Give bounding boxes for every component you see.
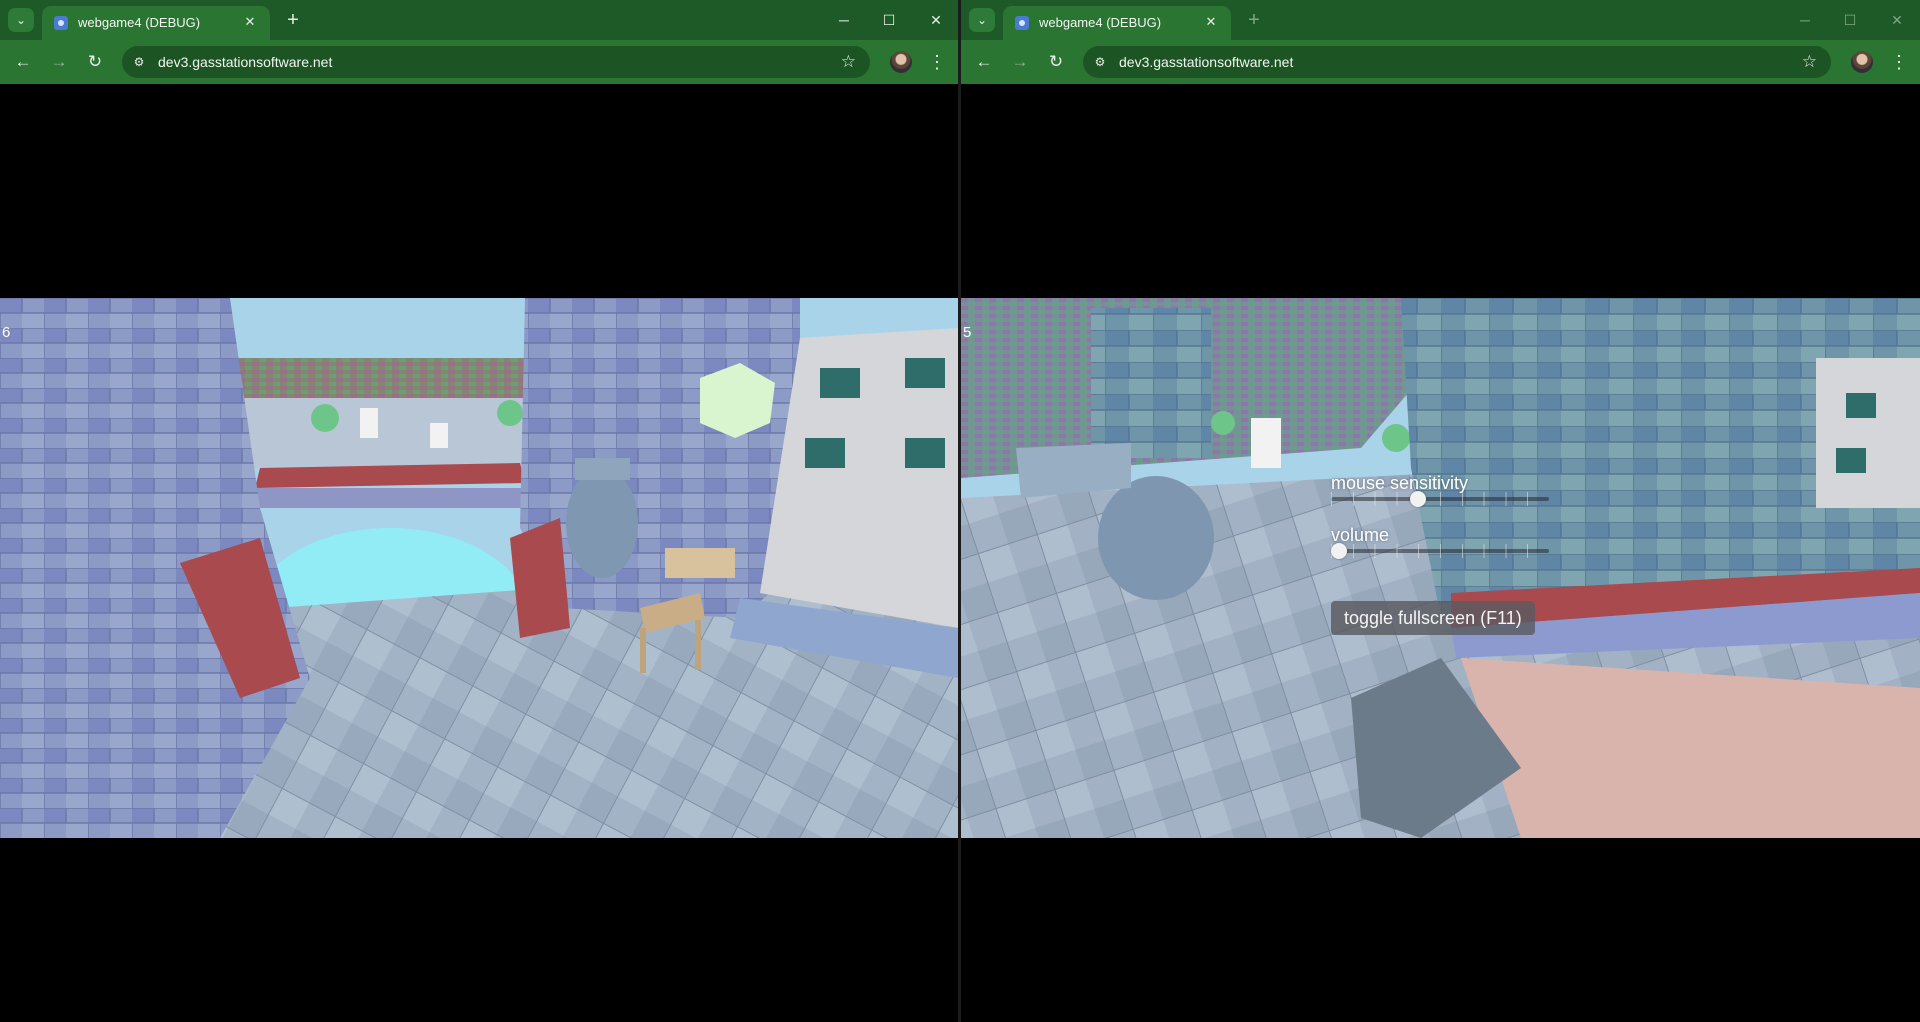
tab-strip: ⌄ webgame4 (DEBUG) ✕ + ─ ☐ ✕ <box>0 0 958 40</box>
game-scene <box>961 298 1920 838</box>
slider-ticks <box>1331 544 1549 558</box>
url-text[interactable]: dev3.gasstationsoftware.net <box>158 54 332 70</box>
tab-title: webgame4 (DEBUG) <box>1039 15 1162 30</box>
tab-webgame4[interactable]: webgame4 (DEBUG) ✕ <box>42 6 270 40</box>
address-bar[interactable]: ⚙ dev3.gasstationsoftware.net ☆ <box>1083 46 1831 78</box>
tab-list-icon[interactable]: ⌄ <box>969 8 995 32</box>
maximize-icon[interactable]: ☐ <box>871 4 907 36</box>
close-window-icon[interactable]: ✕ <box>918 4 954 36</box>
new-tab-plus-icon[interactable]: + <box>280 8 306 32</box>
toolbar: ← → ↻ ⚙ dev3.gasstationsoftware.net ☆ ⋮ <box>961 40 1920 84</box>
favicon-icon <box>54 16 68 30</box>
favicon-icon <box>1015 16 1029 30</box>
forward-arrow-icon[interactable]: → <box>1007 49 1033 75</box>
site-info-icon[interactable]: ⚙ <box>132 55 146 69</box>
profile-avatar[interactable] <box>890 51 912 73</box>
star-icon[interactable]: ☆ <box>1802 52 1817 72</box>
game-viewport[interactable]: 5 mouse sensitivity volume toggle fullsc… <box>961 298 1920 838</box>
mouse-sensitivity-slider[interactable] <box>1331 491 1549 507</box>
mouse-sensitivity-label: mouse sensitivity <box>1331 473 1469 493</box>
page-content: 5 mouse sensitivity volume toggle fullsc… <box>961 84 1920 1022</box>
minimize-icon[interactable]: ─ <box>826 4 862 36</box>
kebab-menu-icon[interactable]: ⋮ <box>1890 49 1908 75</box>
address-bar[interactable]: ⚙ dev3.gasstationsoftware.net ☆ <box>122 46 870 78</box>
reload-icon[interactable]: ↻ <box>1043 49 1069 75</box>
browser-window-left: ⌄ webgame4 (DEBUG) ✕ + ─ ☐ ✕ ← → ↻ ⚙ dev… <box>0 0 958 1022</box>
tab-title: webgame4 (DEBUG) <box>78 15 201 30</box>
game-scene <box>0 298 958 838</box>
toolbar: ← → ↻ ⚙ dev3.gasstationsoftware.net ☆ ⋮ <box>0 40 958 84</box>
star-icon[interactable]: ☆ <box>841 52 856 72</box>
slider-ticks <box>1331 492 1549 506</box>
fps-counter: 6 <box>2 324 11 341</box>
close-window-icon[interactable]: ✕ <box>1879 4 1915 36</box>
tab-strip: ⌄ webgame4 (DEBUG) ✕ + ─ ☐ ✕ <box>961 0 1920 40</box>
tab-close-icon[interactable]: ✕ <box>240 12 260 32</box>
url-text[interactable]: dev3.gasstationsoftware.net <box>1119 54 1293 70</box>
back-arrow-icon[interactable]: ← <box>10 49 36 75</box>
toggle-fullscreen-button[interactable]: toggle fullscreen (F11) <box>1331 601 1535 635</box>
tab-webgame4[interactable]: webgame4 (DEBUG) ✕ <box>1003 6 1231 40</box>
game-viewport[interactable]: 6 <box>0 298 958 838</box>
page-content: 6 <box>0 84 958 1022</box>
fps-counter: 5 <box>963 324 972 341</box>
kebab-menu-icon[interactable]: ⋮ <box>928 49 946 75</box>
profile-avatar[interactable] <box>1851 51 1873 73</box>
slider-thumb[interactable] <box>1331 543 1347 559</box>
site-info-icon[interactable]: ⚙ <box>1093 55 1107 69</box>
back-arrow-icon[interactable]: ← <box>971 49 997 75</box>
new-tab-plus-icon[interactable]: + <box>1241 8 1267 32</box>
reload-icon[interactable]: ↻ <box>82 49 108 75</box>
maximize-icon[interactable]: ☐ <box>1832 4 1868 36</box>
tab-list-icon[interactable]: ⌄ <box>8 8 34 32</box>
tab-close-icon[interactable]: ✕ <box>1201 12 1221 32</box>
browser-window-right: ⌄ webgame4 (DEBUG) ✕ + ─ ☐ ✕ ← → ↻ ⚙ dev… <box>961 0 1920 1022</box>
forward-arrow-icon[interactable]: → <box>46 49 72 75</box>
volume-slider[interactable] <box>1331 543 1549 559</box>
minimize-icon[interactable]: ─ <box>1787 4 1823 36</box>
